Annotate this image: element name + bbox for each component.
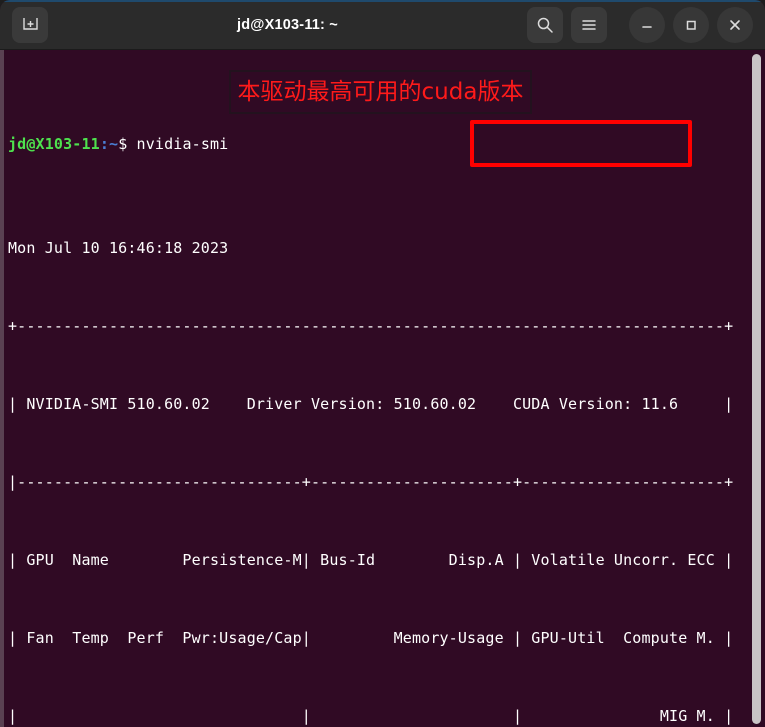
prompt-user-host: jd@X103-11: [8, 135, 100, 153]
close-icon: [730, 19, 740, 30]
output-line: | NVIDIA-SMI 510.60.02 Driver Version: 5…: [8, 395, 734, 413]
prompt-sigil: $: [118, 135, 128, 153]
maximize-icon: [686, 20, 696, 30]
annotation-note-box: 本驱动最高可用的cuda版本: [229, 70, 532, 114]
new-tab-icon: [22, 18, 38, 30]
close-button[interactable]: [717, 6, 753, 43]
output-line: | Fan Temp Perf Pwr:Usage/Cap| Memory-Us…: [8, 629, 734, 647]
menu-button[interactable]: [571, 6, 607, 43]
minimize-icon: [642, 25, 652, 28]
window-title: jd@X103-11: ~: [237, 16, 338, 33]
command-line: jd@X103-11:~$ nvidia-smi: [8, 131, 765, 157]
output-line: |-------------------------------+-------…: [8, 473, 734, 491]
minimize-button[interactable]: [629, 6, 665, 43]
new-tab-button[interactable]: [12, 6, 48, 43]
terminal-output[interactable]: jd@X103-11:~$ nvidia-smi Mon Jul 10 16:4…: [0, 50, 765, 727]
terminal-window: jd@X103-11: ~ jd@X103-11:~$ nvidia-smi M…: [0, 0, 765, 727]
output-line: | | | MIG M. |: [8, 707, 734, 725]
titlebar-controls: [527, 6, 753, 43]
annotation-note-text: 本驱动最高可用的cuda版本: [237, 78, 524, 105]
search-icon: [537, 17, 553, 33]
scrollbar-left-edge[interactable]: [0, 50, 4, 727]
search-button[interactable]: [527, 6, 563, 43]
typed-command: nvidia-smi: [127, 135, 229, 153]
prompt-path: :~: [99, 135, 119, 153]
hamburger-menu-icon: [582, 19, 596, 30]
window-titlebar: jd@X103-11: ~: [0, 0, 765, 50]
output-line: Mon Jul 10 16:46:18 2023: [8, 239, 229, 257]
maximize-button[interactable]: [673, 6, 709, 43]
output-line: | GPU Name Persistence-M| Bus-Id Disp.A …: [8, 551, 734, 569]
scrollbar-vertical[interactable]: [752, 54, 761, 724]
output-line: +---------------------------------------…: [8, 317, 734, 335]
